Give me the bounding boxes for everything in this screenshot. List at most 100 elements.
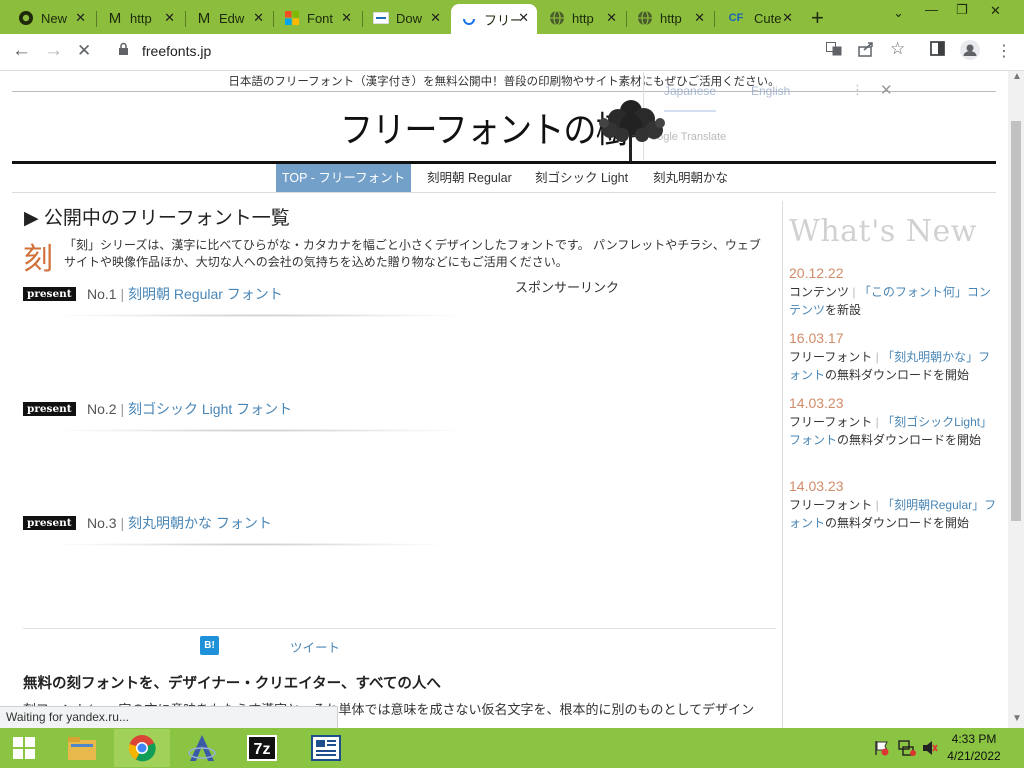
restore-icon[interactable]: ❐ (956, 2, 968, 18)
share-icon[interactable] (858, 41, 874, 62)
cf-icon: CF (728, 12, 744, 24)
address-bar[interactable]: freefonts.jp (112, 38, 822, 66)
site-logo-text[interactable]: フリーフォントの樹 (340, 101, 629, 153)
window-close-icon[interactable]: ✕ (990, 3, 1001, 19)
present-separator: | (120, 401, 125, 417)
hatena-bookmark-button[interactable]: B! (200, 636, 219, 655)
status-bubble: Waiting for yandex.ru... (0, 706, 338, 728)
system-clock[interactable]: 4:33 PM 4/21/2022 (930, 731, 1018, 765)
close-icon[interactable]: ✕ (75, 10, 86, 26)
tab-cute[interactable]: CF Cute ✕ (715, 4, 801, 32)
close-icon[interactable]: ✕ (782, 10, 793, 26)
chrome-icon (18, 10, 34, 26)
news-category: フリーフォント (789, 415, 873, 429)
close-icon[interactable]: ✕ (253, 10, 264, 26)
taskbar-app-a[interactable] (174, 729, 230, 767)
tab-gmail-1[interactable]: M http ✕ (97, 4, 183, 32)
tab-freefonts-active[interactable]: フリー ✕ (451, 4, 537, 34)
close-icon[interactable]: ✕ (518, 10, 529, 26)
kebab-menu-icon[interactable]: ⋮ (996, 41, 1012, 61)
menu-item-koku-gothic-light[interactable]: 刻ゴシック Light (535, 164, 628, 192)
news-date: 14.03.23 (789, 395, 844, 411)
close-icon[interactable]: ✕ (430, 10, 441, 26)
tab-fonts-microsoft[interactable]: Font ✕ (274, 4, 360, 32)
start-button[interactable] (0, 729, 48, 767)
translate-japanese[interactable]: Japanese (664, 84, 717, 112)
news-link[interactable]: 「刻丸明朝かな」 (882, 350, 978, 364)
translate-english[interactable]: English (751, 84, 790, 98)
present-badge: present (23, 402, 76, 416)
browser-tab-strip: New ✕ M http ✕ M Edw ✕ Font ✕ Dow ✕ フリー … (0, 0, 1024, 34)
news-rest: の無料ダウンロードを開始 (825, 368, 970, 382)
news-rest: の無料ダウンロードを開始 (825, 516, 970, 530)
menu-item-koku-marumin-kana[interactable]: 刻丸明朝かな (653, 164, 728, 192)
bookmark-star-icon[interactable]: ☆ (890, 39, 905, 59)
minimize-icon[interactable]: — (925, 2, 938, 17)
present-number: No.1 (87, 286, 117, 302)
news-text: フリーフォント | 「刻ゴシックLight」フォントの無料ダウンロードを開始 (789, 415, 993, 447)
app-a-icon (188, 735, 216, 761)
tab-http-2[interactable]: http ✕ (627, 4, 713, 32)
close-icon[interactable]: ✕ (694, 10, 705, 26)
page-viewport: 日本語のフリーフォント（漢字付き）を無料公開中！普段の印刷物やサイト素材にもぜひ… (0, 71, 1008, 728)
forward-icon[interactable]: → (44, 40, 63, 62)
tab-download[interactable]: Dow ✕ (363, 4, 449, 32)
news-link[interactable]: 「刻明朝 (882, 498, 930, 512)
present-shadow-line (60, 543, 440, 546)
news-text: フリーフォント | 「刻丸明朝かな」フォントの無料ダウンロードを開始 (789, 350, 991, 382)
file-explorer-icon (68, 737, 96, 760)
present-title: No.1 | 刻明朝 Regular フォント (87, 284, 283, 304)
stop-icon[interactable]: ✕ (77, 41, 91, 61)
scroll-up-icon[interactable]: ▲ (1012, 71, 1022, 82)
translate-menu-icon[interactable]: ⋮ (851, 82, 864, 98)
network-icon[interactable] (898, 740, 916, 761)
news-link[interactable]: 「刻ゴシック (882, 415, 954, 429)
menu-item-top[interactable]: TOP - フリーフォント (276, 164, 412, 192)
close-icon[interactable]: ✕ (164, 10, 175, 26)
present-number: No.2 (87, 401, 117, 417)
taskbar-chrome[interactable] (114, 729, 170, 767)
news-category: フリーフォント (789, 350, 873, 364)
scrollbar-thumb[interactable] (1011, 121, 1021, 521)
present-separator: | (120, 286, 125, 302)
globe-icon (549, 10, 565, 26)
address-text[interactable]: freefonts.jp (142, 43, 211, 59)
news-text: フリーフォント | 「刻明朝Regular」フォントの無料ダウンロードを開始 (789, 498, 997, 530)
translate-icon[interactable] (826, 41, 842, 62)
present-link[interactable]: 刻ゴシック Light フォント (128, 401, 292, 417)
page-scrollbar[interactable]: ▲ ▼ (1008, 71, 1024, 728)
news-link[interactable]: 「このフォント何」コ (859, 285, 979, 299)
taskbar-news-app[interactable] (298, 729, 354, 767)
tab-label: Dow (396, 10, 423, 26)
taskbar-file-explorer[interactable] (54, 729, 110, 767)
taskbar-7zip[interactable]: 7z (234, 729, 290, 767)
new-tab-button[interactable]: + (811, 5, 824, 31)
profile-avatar-icon[interactable] (960, 40, 980, 65)
tab-gmail-2[interactable]: M Edw ✕ (186, 4, 272, 32)
close-icon[interactable]: ✕ (606, 10, 617, 26)
news-rest: を新設 (825, 303, 862, 317)
7zip-icon: 7z (247, 735, 277, 761)
present-separator: | (120, 515, 125, 531)
present-shadow-line (60, 429, 460, 432)
tab-http-1[interactable]: http ✕ (539, 4, 625, 32)
side-panel-icon[interactable] (930, 41, 945, 61)
close-icon[interactable]: ✕ (341, 10, 352, 26)
browser-toolbar: ← → ✕ freefonts.jp ☆ ⋮ (0, 34, 1024, 71)
present-number: No.3 (87, 515, 117, 531)
lock-icon[interactable] (118, 42, 129, 58)
tab-search-icon[interactable]: ⌄ (893, 5, 904, 21)
news-item: 14.03.23 フリーフォント | 「刻ゴシックLight」フォントの無料ダウ… (789, 393, 997, 449)
menu-item-kokumin-regular[interactable]: 刻明朝 Regular (427, 164, 512, 192)
translate-close-icon[interactable]: ✕ (880, 81, 893, 99)
tweet-link[interactable]: ツイート (290, 637, 340, 656)
microsoft-icon (284, 10, 300, 26)
tab-new[interactable]: New ✕ (8, 4, 94, 32)
chrome-icon (128, 735, 156, 762)
notification-flag-icon[interactable] (874, 740, 890, 761)
tab-label: Edw (219, 10, 245, 26)
scroll-down-icon[interactable]: ▼ (1012, 713, 1022, 724)
present-link[interactable]: 刻丸明朝かな フォント (128, 515, 272, 531)
back-icon[interactable]: ← (12, 40, 31, 62)
present-link[interactable]: 刻明朝 Regular フォント (128, 286, 283, 302)
